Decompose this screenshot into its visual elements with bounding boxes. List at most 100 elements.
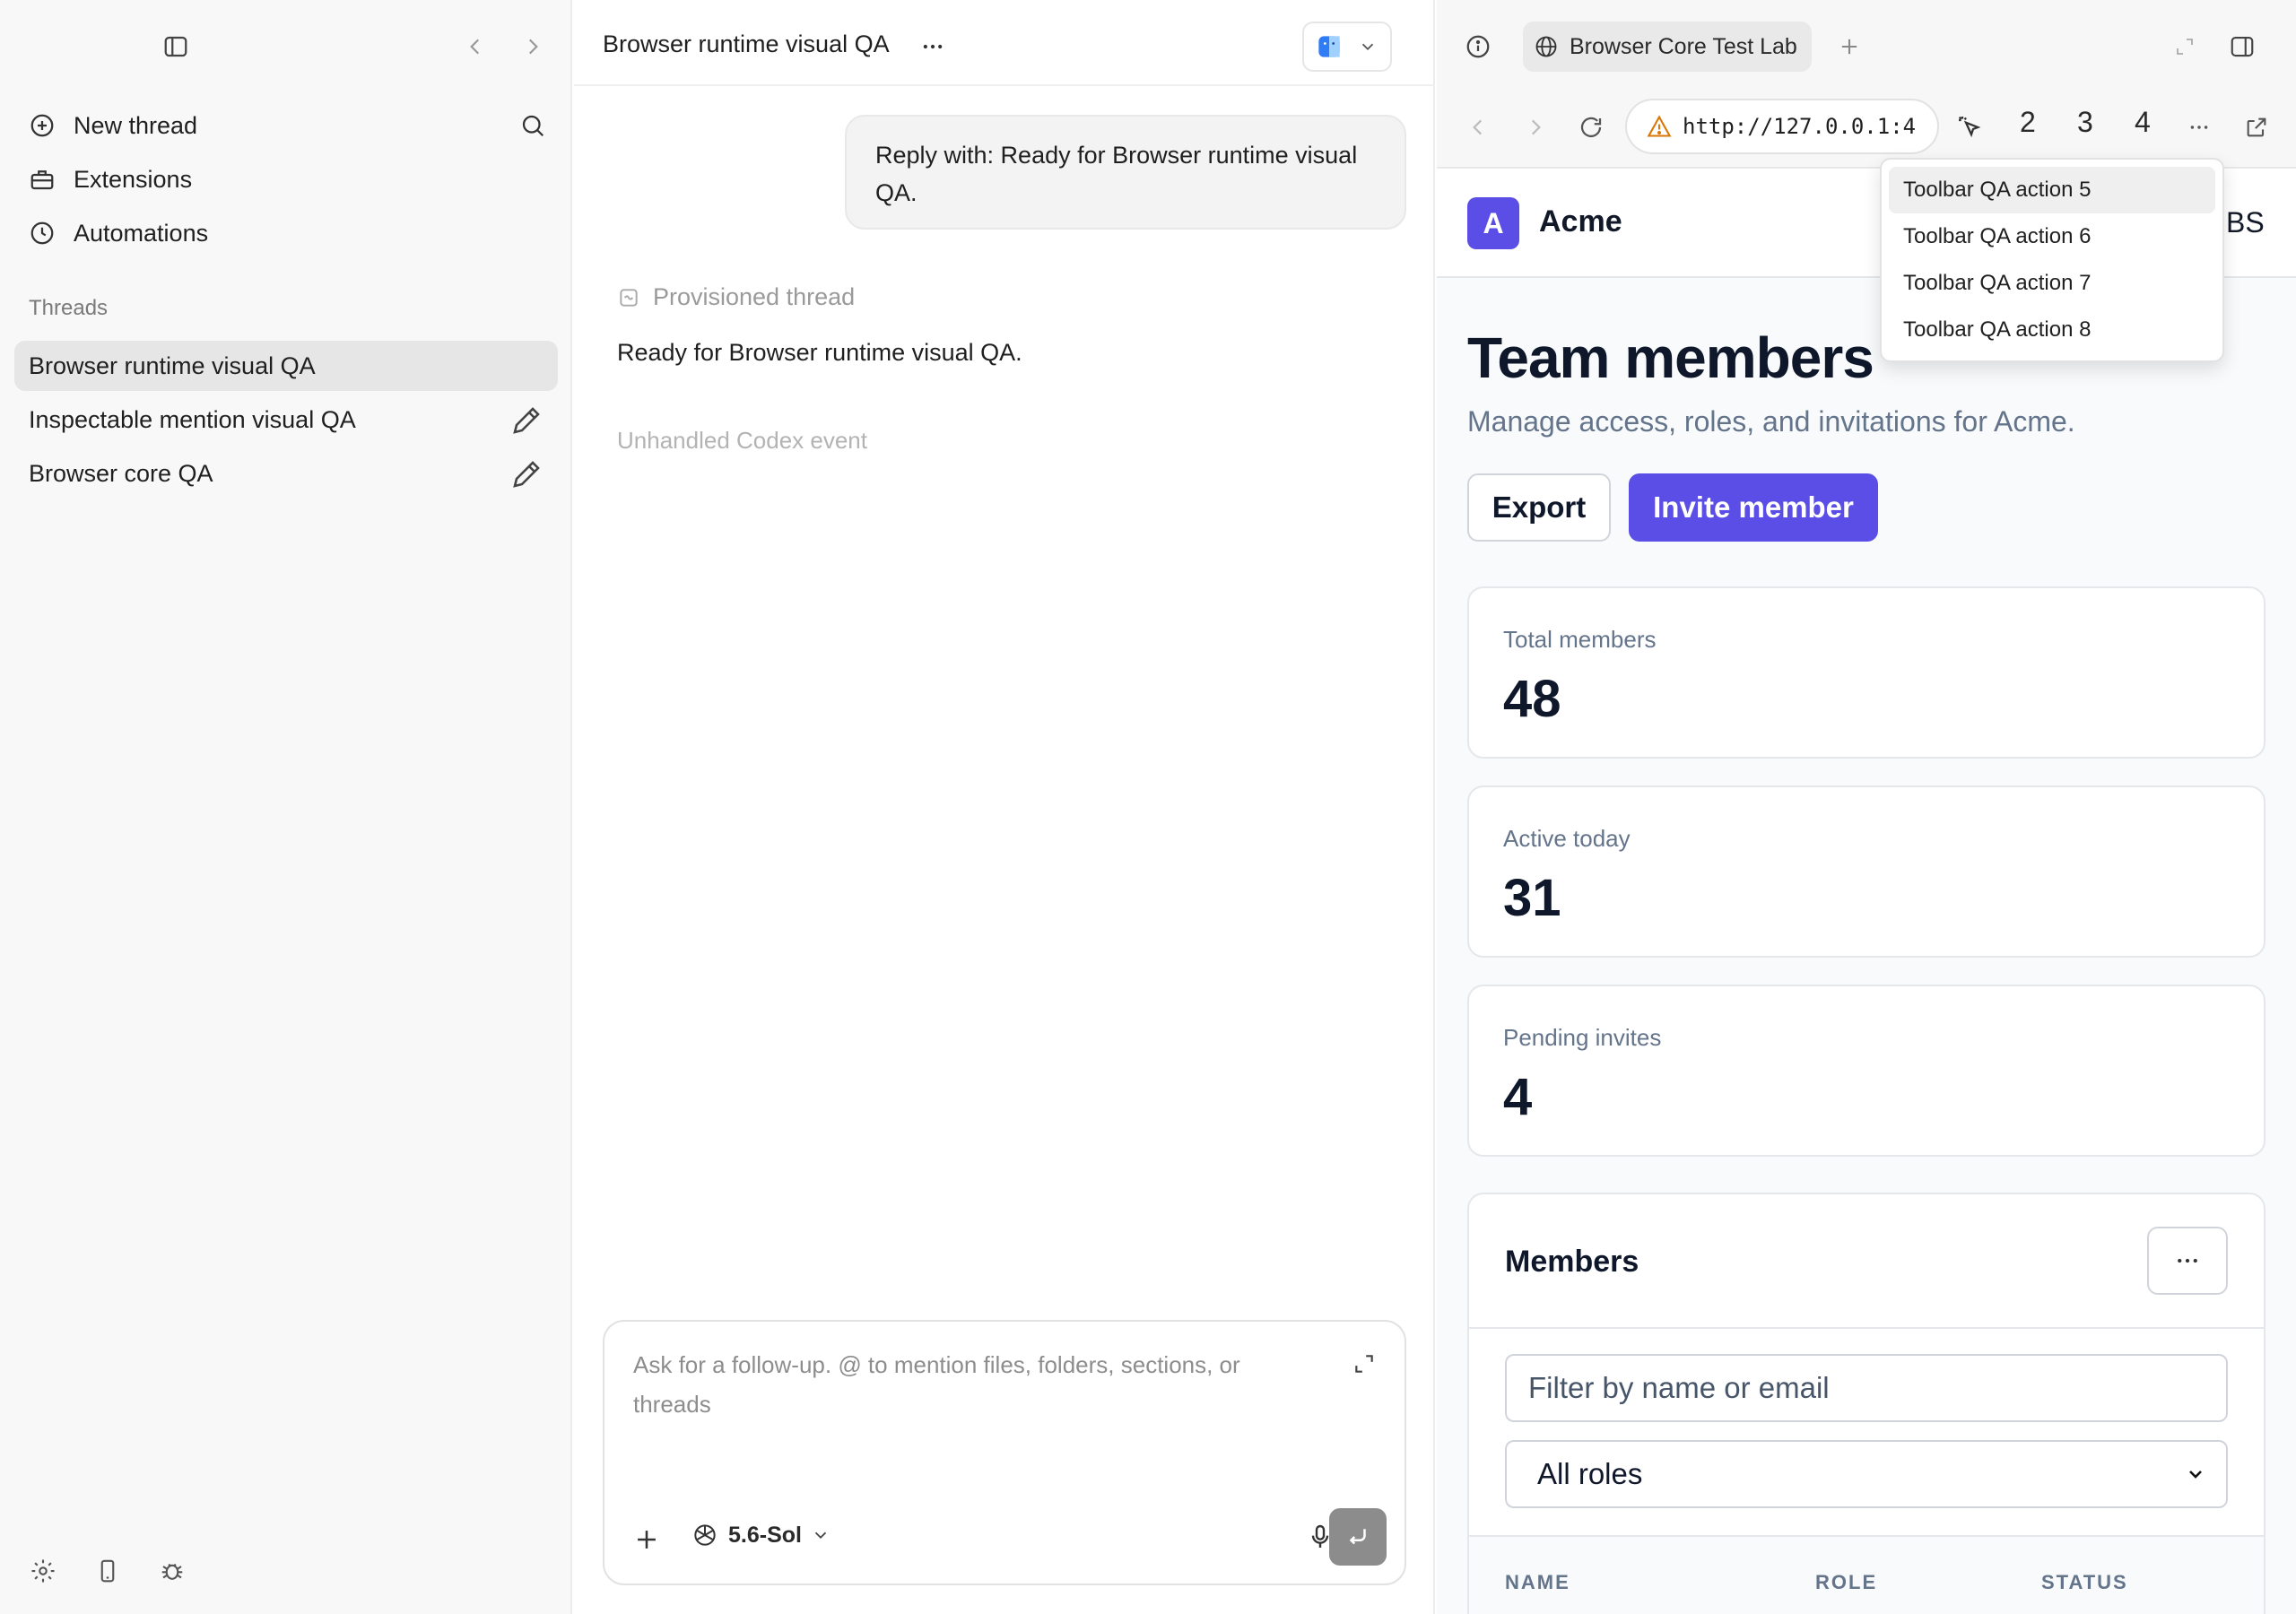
export-button[interactable]: Export xyxy=(1467,473,1611,542)
role-select-value: All roles xyxy=(1537,1457,1643,1490)
thread-item[interactable]: Browser core QA xyxy=(14,448,558,499)
edit-pencil-icon[interactable] xyxy=(506,452,549,495)
sidebar-item-automations[interactable]: Automations xyxy=(14,208,558,258)
warning-triangle-icon xyxy=(1647,115,1672,137)
thread-item-active[interactable]: Browser runtime visual QA xyxy=(14,341,558,391)
toggle-sidebar-icon[interactable] xyxy=(154,25,197,68)
column-header-role[interactable]: ROLE xyxy=(1815,1571,1877,1594)
sidebar-item-label: Extensions xyxy=(74,165,193,193)
invite-member-button[interactable]: Invite member xyxy=(1629,473,1878,542)
model-label: 5.6-Sol xyxy=(728,1522,802,1548)
members-more-button[interactable] xyxy=(2147,1227,2228,1295)
attach-plus-icon[interactable] xyxy=(631,1524,662,1555)
column-header-name[interactable]: NAME xyxy=(1505,1571,1570,1594)
sidebar-item-new-thread[interactable]: New thread xyxy=(14,100,558,151)
sidebar: New thread Extensions Automations Thread… xyxy=(0,0,572,1614)
sidebar-item-label: Automations xyxy=(74,219,209,247)
sidebar-top-bar xyxy=(0,0,572,93)
members-card: Members Filter by name or email All role… xyxy=(1467,1193,2266,1614)
back-arrow-icon[interactable] xyxy=(454,25,497,68)
app-picker-button[interactable] xyxy=(1302,22,1392,72)
menu-item-toolbar-action-7[interactable]: Toolbar QA action 7 xyxy=(1889,260,2215,307)
stat-label: Pending invites xyxy=(1503,1024,1662,1051)
more-options-icon xyxy=(2178,1258,2197,1263)
composer-input[interactable]: Ask for a follow-up. @ to mention files,… xyxy=(633,1345,1315,1424)
browser-back-icon[interactable] xyxy=(1457,106,1500,149)
mobile-device-icon[interactable] xyxy=(86,1549,129,1592)
stat-value: 31 xyxy=(1503,869,1561,927)
members-title: Members xyxy=(1505,1245,1639,1279)
unhandled-event-note: Unhandled Codex event xyxy=(617,427,867,454)
expand-icon[interactable] xyxy=(1352,1352,1376,1375)
toolbar-action-3[interactable]: 3 xyxy=(2077,106,2093,139)
chat-header: Browser runtime visual QA xyxy=(574,0,1435,86)
user-message-bubble: Reply with: Ready for Browser runtime vi… xyxy=(845,115,1406,230)
chat-pane: Browser runtime visual QA Reply with: Re… xyxy=(574,0,1435,1614)
toolbar-overflow-menu: Toolbar QA action 5 Toolbar QA action 6 … xyxy=(1880,158,2224,362)
thread-status-icon xyxy=(620,288,638,307)
filter-input[interactable]: Filter by name or email xyxy=(1505,1354,2228,1422)
url-bar[interactable]: http://127.0.0.1:4 xyxy=(1625,99,1939,154)
menu-item-toolbar-action-5[interactable]: Toolbar QA action 5 xyxy=(1889,167,2215,213)
stat-card-pending-invites: Pending invites 4 xyxy=(1467,985,2266,1157)
plus-circle-icon xyxy=(30,114,54,137)
stat-label: Active today xyxy=(1503,825,1631,852)
table-header: NAME ROLE STATUS xyxy=(1469,1535,2264,1614)
chevron-down-icon xyxy=(2189,1471,2202,1479)
acme-logo[interactable]: A xyxy=(1467,197,1519,249)
url-text: http://127.0.0.1:4 xyxy=(1683,114,1917,139)
provisioned-label: Provisioned thread xyxy=(653,283,856,310)
send-arrow-icon xyxy=(1349,1529,1366,1545)
toolbar-action-4[interactable]: 4 xyxy=(2135,106,2151,139)
browser-tab-strip: Browser Core Test Lab xyxy=(1437,0,2296,93)
globe-icon xyxy=(1535,36,1557,57)
sidebar-bottom-bar xyxy=(0,1533,572,1614)
send-button[interactable] xyxy=(1329,1508,1387,1566)
thread-item[interactable]: Inspectable mention visual QA xyxy=(14,395,558,445)
collapse-icon[interactable] xyxy=(2163,25,2206,68)
bug-icon[interactable] xyxy=(151,1549,194,1592)
tab-title: Browser Core Test Lab xyxy=(1570,33,1797,59)
divider xyxy=(1469,1327,2264,1329)
composer[interactable]: Ask for a follow-up. @ to mention files,… xyxy=(603,1320,1406,1585)
threads-section-label: Threads xyxy=(29,296,109,320)
info-icon[interactable] xyxy=(1457,25,1500,68)
reload-icon[interactable] xyxy=(1570,106,1613,149)
menu-item-toolbar-action-6[interactable]: Toolbar QA action 6 xyxy=(1889,213,2215,260)
stat-value: 4 xyxy=(1503,1068,1533,1126)
sidebar-item-extensions[interactable]: Extensions xyxy=(14,154,558,204)
page-subtitle: Manage access, roles, and invitations fo… xyxy=(1467,405,2075,438)
stat-card-active-today: Active today 31 xyxy=(1467,785,2266,958)
open-external-icon[interactable] xyxy=(2235,106,2278,149)
thread-label: Inspectable mention visual QA xyxy=(29,405,356,433)
browser-forward-icon[interactable] xyxy=(1514,106,1557,149)
new-tab-plus-icon[interactable] xyxy=(1828,25,1871,68)
toolbar-action-2[interactable]: 2 xyxy=(2020,106,2036,139)
toolbox-icon xyxy=(30,170,54,190)
forward-arrow-icon[interactable] xyxy=(511,25,554,68)
model-selector[interactable]: 5.6-Sol xyxy=(691,1521,831,1549)
search-icon[interactable] xyxy=(511,104,554,147)
cursor-select-icon[interactable] xyxy=(1948,106,1991,149)
user-avatar-initials[interactable]: BS xyxy=(2226,206,2265,239)
role-select[interactable]: All roles xyxy=(1505,1440,2228,1508)
chat-title: Browser runtime visual QA xyxy=(603,30,890,57)
brand-name: Acme xyxy=(1539,204,1622,239)
more-options-icon[interactable] xyxy=(911,25,954,68)
overflow-more-icon[interactable] xyxy=(2178,106,2221,149)
chevron-down-icon xyxy=(814,1532,827,1540)
column-header-status[interactable]: STATUS xyxy=(2041,1571,2128,1594)
menu-item-toolbar-action-8[interactable]: Toolbar QA action 8 xyxy=(1889,307,2215,353)
page-title: Team members xyxy=(1467,325,1874,390)
provisioned-thread-note: Provisioned thread xyxy=(617,283,855,311)
thread-label: Browser core QA xyxy=(29,459,213,487)
edit-pencil-icon[interactable] xyxy=(506,398,549,441)
stat-card-total-members: Total members 48 xyxy=(1467,586,2266,759)
settings-gear-icon[interactable] xyxy=(22,1549,65,1592)
assistant-reply: Ready for Browser runtime visual QA. xyxy=(617,339,1022,366)
clock-icon xyxy=(30,221,54,245)
browser-tab[interactable]: Browser Core Test Lab xyxy=(1523,22,1812,72)
chevron-down-icon xyxy=(1361,43,1374,51)
thread-label: Browser runtime visual QA xyxy=(29,351,316,379)
split-view-icon[interactable] xyxy=(2221,25,2264,68)
